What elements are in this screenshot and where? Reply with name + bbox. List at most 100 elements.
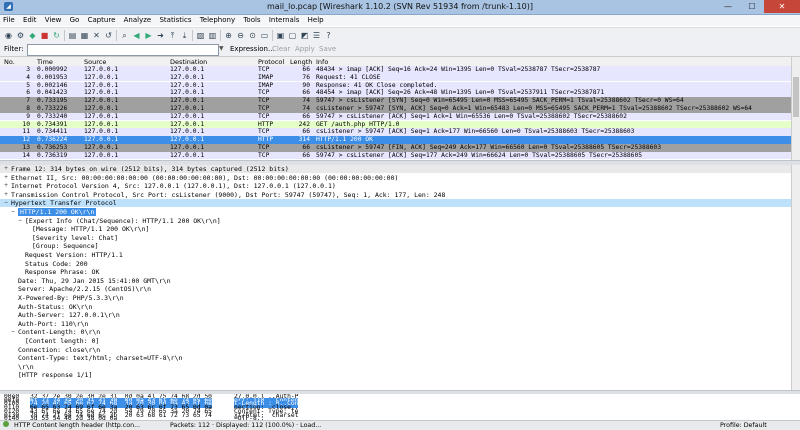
first-packet-icon[interactable]: ⤒ xyxy=(168,31,177,40)
collapse-icon[interactable]: − xyxy=(3,199,9,207)
interfaces-icon[interactable]: ◉ xyxy=(4,31,13,40)
detail-line[interactable]: Server: Apache/2.2.15 (CentOS)\r\n xyxy=(0,285,792,293)
display-filters-icon[interactable]: ▢ xyxy=(288,31,297,40)
help-icon[interactable]: ? xyxy=(324,31,333,40)
reload-icon[interactable]: ↺ xyxy=(104,31,113,40)
open-file-icon[interactable]: ▤ xyxy=(68,31,77,40)
options-icon[interactable]: ⚙ xyxy=(16,31,25,40)
find-packet-icon[interactable]: ⌕ xyxy=(120,31,129,40)
detail-line[interactable]: Status Code: 200 xyxy=(0,260,792,268)
detail-line[interactable]: Connection: close\r\n xyxy=(0,346,792,354)
colorize-icon[interactable]: ▧ xyxy=(196,31,205,40)
detail-line[interactable]: − Content-Length: 0\r\n xyxy=(0,328,792,336)
collapse-icon[interactable]: − xyxy=(10,208,16,216)
packet-row[interactable]: 7 0.733195 127.0.0.1 127.0.0.1 TCP 74 59747 > … xyxy=(0,97,800,105)
packet-row[interactable]: 3 0.000992 127.0.0.1 127.0.0.1 TCP 66 48434 > … xyxy=(0,66,800,74)
detail-line[interactable]: Content-Type: text/html; charset=UTF-8\r… xyxy=(0,354,792,362)
detail-line[interactable]: − Hypertext Transfer Protocol xyxy=(0,199,792,208)
last-packet-icon[interactable]: ⤓ xyxy=(180,31,189,40)
column-source[interactable]: Source xyxy=(84,58,106,66)
menu-tools[interactable]: Tools xyxy=(240,15,263,26)
detail-line[interactable]: [HTTP response 1/1] xyxy=(0,371,792,379)
expand-icon[interactable]: + xyxy=(3,174,9,182)
normal-size-icon[interactable]: ⊙ xyxy=(248,31,257,40)
menu-analyze[interactable]: Analyze xyxy=(121,15,155,26)
menu-view[interactable]: View xyxy=(42,15,65,26)
packet-row[interactable]: 5 0.002146 127.0.0.1 127.0.0.1 IMAP 90 Respons… xyxy=(0,81,800,90)
packet-row[interactable]: 10 0.734391 127.0.0.1 127.0.0.1 HTTP 242 GET /… xyxy=(0,120,800,129)
coloring-rules-icon[interactable]: ◩ xyxy=(300,31,309,40)
preferences-icon[interactable]: ☰ xyxy=(312,31,321,40)
detail-line[interactable]: Request Version: HTTP/1.1 xyxy=(0,251,792,259)
detail-line[interactable]: + Transmission Control Protocol, Src Port… xyxy=(0,191,792,199)
clear-button[interactable]: Clear xyxy=(272,45,290,53)
detail-line[interactable]: Date: Thu, 29 Jan 2015 15:41:00 GMT\r\n xyxy=(0,277,792,285)
packet-details[interactable]: + Frame 12: 314 bytes on wire (2512 bits)… xyxy=(0,165,792,390)
detail-line[interactable]: [Content length: 0] xyxy=(0,337,792,345)
apply-button[interactable]: Apply xyxy=(295,45,315,53)
packet-row[interactable]: 12 0.736224 127.0.0.1 127.0.0.1 HTTP 314 HTTP/… xyxy=(0,136,800,144)
expand-icon[interactable]: + xyxy=(3,165,9,173)
go-forward-icon[interactable]: ▶ xyxy=(144,31,153,40)
go-back-icon[interactable]: ◀ xyxy=(132,31,141,40)
column-length[interactable]: Length xyxy=(290,58,312,66)
minimize-button[interactable]: — xyxy=(716,0,740,13)
scrollbar-thumb[interactable] xyxy=(793,77,799,117)
detail-line[interactable]: + Internet Protocol Version 4, Src: 127.0… xyxy=(0,182,792,190)
detail-line[interactable]: Response Phrase: OK xyxy=(0,268,792,276)
detail-line[interactable]: Auth-Server: 127.0.0.1\r\n xyxy=(0,311,792,319)
close-file-icon[interactable]: ✕ xyxy=(92,31,101,40)
save-file-icon[interactable]: ▦ xyxy=(80,31,89,40)
autoscroll-icon[interactable]: ▥ xyxy=(208,31,217,40)
menu-capture[interactable]: Capture xyxy=(85,15,119,26)
collapse-icon[interactable]: − xyxy=(17,217,23,225)
packet-row[interactable]: 8 0.733226 127.0.0.1 127.0.0.1 TCP 74 csListen… xyxy=(0,105,800,113)
detail-line[interactable]: \r\n xyxy=(0,363,792,371)
zoom-in-icon[interactable]: ⊕ xyxy=(224,31,233,40)
chevron-down-icon[interactable]: ▼ xyxy=(219,44,227,54)
restart-capture-icon[interactable]: ↻ xyxy=(52,31,61,40)
detail-line[interactable]: X-Powered-By: PHP/5.3.3\r\n xyxy=(0,294,792,302)
menu-statistics[interactable]: Statistics xyxy=(156,15,194,26)
packet-list-scrollbar[interactable] xyxy=(791,57,800,160)
start-capture-icon[interactable]: ◆ xyxy=(28,31,37,40)
column-info[interactable]: Info xyxy=(316,58,328,66)
packet-row[interactable]: 9 0.733240 127.0.0.1 127.0.0.1 TCP 66 59747 > … xyxy=(0,112,800,121)
detail-line[interactable]: − HTTP/1.1 200 OK\r\n xyxy=(0,208,792,216)
detail-line[interactable]: [Message: HTTP/1.1 200 OK\r\n] xyxy=(0,225,792,233)
detail-line[interactable]: [Severity level: Chat] xyxy=(0,234,792,242)
detail-line[interactable]: [Group: Sequence] xyxy=(0,242,792,250)
packet-row[interactable]: 6 0.041423 127.0.0.1 127.0.0.1 TCP 66 48454 > … xyxy=(0,89,800,97)
details-scrollbar[interactable] xyxy=(791,165,800,390)
resize-columns-icon[interactable]: ▭ xyxy=(260,31,269,40)
maximize-button[interactable]: ☐ xyxy=(740,0,764,13)
detail-line[interactable]: + Ethernet II, Src: 00:00:00:00:00:00 (00… xyxy=(0,174,792,182)
column-destination[interactable]: Destination xyxy=(170,58,207,66)
capture-filters-icon[interactable]: ▣ xyxy=(276,31,285,40)
expression-button[interactable]: Expression... xyxy=(230,45,275,53)
menu-internals[interactable]: Internals xyxy=(266,15,303,26)
close-button[interactable]: ✕ xyxy=(764,0,800,13)
column-time[interactable]: Time xyxy=(37,58,53,66)
collapse-icon[interactable]: − xyxy=(10,328,16,336)
column-protocol[interactable]: Protocol xyxy=(258,58,284,66)
expand-icon[interactable]: + xyxy=(3,191,9,199)
packet-list[interactable]: 3 0.000992 127.0.0.1 127.0.0.1 TCP 66 48434 > … xyxy=(0,66,800,160)
menu-edit[interactable]: Edit xyxy=(20,15,40,26)
detail-line[interactable]: Auth-Port: 110\r\n xyxy=(0,320,792,328)
column-no[interactable]: No. xyxy=(4,58,15,66)
stop-capture-icon[interactable]: ■ xyxy=(40,31,49,40)
zoom-out-icon[interactable]: ⊖ xyxy=(236,31,245,40)
menu-file[interactable]: File xyxy=(0,15,18,26)
packet-row[interactable]: 4 0.001953 127.0.0.1 127.0.0.1 IMAP 76 Request… xyxy=(0,73,800,82)
detail-line[interactable]: Auth-Status: OK\r\n xyxy=(0,303,792,311)
expand-icon[interactable]: + xyxy=(3,182,9,190)
packet-bytes[interactable]: 00e032 37 2e 30 2e 30 2e 31 0d 0a 41 75 … xyxy=(0,394,800,420)
packet-row[interactable]: 13 0.736253 127.0.0.1 127.0.0.1 TCP 66 csListe… xyxy=(0,144,800,152)
menu-go[interactable]: Go xyxy=(67,15,83,26)
packet-row[interactable]: 14 0.736319 127.0.0.1 127.0.0.1 TCP 66 59747 >… xyxy=(0,151,800,160)
packet-row[interactable]: 11 0.734411 127.0.0.1 127.0.0.1 TCP 66 csListe… xyxy=(0,128,800,136)
detail-line[interactable]: + Frame 12: 314 bytes on wire (2512 bits)… xyxy=(0,165,792,173)
menu-telephony[interactable]: Telephony xyxy=(197,15,238,26)
filter-input[interactable] xyxy=(27,44,219,56)
